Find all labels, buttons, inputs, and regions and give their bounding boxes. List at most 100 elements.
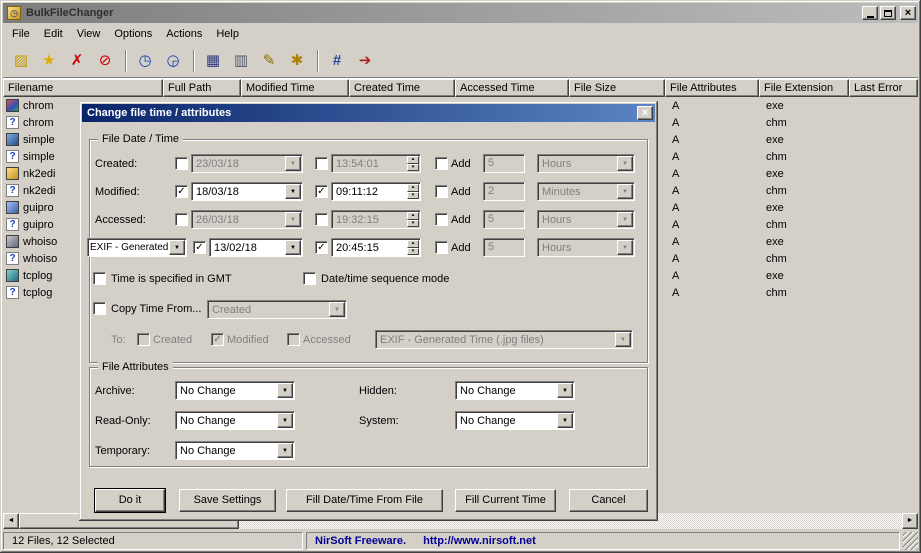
exif-time-checkbox[interactable]: ✓: [315, 241, 328, 254]
change-time-button[interactable]: ◷: [132, 48, 158, 74]
archive-select[interactable]: No Change ▼: [175, 381, 295, 400]
nirsoft-link[interactable]: http://www.nirsoft.net: [423, 535, 536, 547]
menu-view[interactable]: View: [70, 26, 108, 42]
created-add-qty-input[interactable]: 5: [483, 154, 525, 173]
menu-help[interactable]: Help: [209, 26, 246, 42]
modified-date-checkbox[interactable]: ✓: [175, 185, 188, 198]
to-modified-checkbox[interactable]: ✓: [211, 333, 224, 346]
to-accessed-checkbox[interactable]: [287, 333, 300, 346]
column-header-created-time[interactable]: Created Time: [349, 79, 455, 97]
temporary-select[interactable]: No Change ▼: [175, 441, 295, 460]
exit-button[interactable]: ➔: [352, 48, 378, 74]
copy-button[interactable]: ▥: [228, 48, 254, 74]
accessed-add-qty-input[interactable]: 5: [483, 210, 525, 229]
advanced-options-button[interactable]: #: [324, 48, 350, 74]
open-files-button[interactable]: ▨: [8, 48, 34, 74]
menu-edit[interactable]: Edit: [37, 26, 70, 42]
column-header-file-extension[interactable]: File Extension: [759, 79, 849, 97]
modified-add-unit-select[interactable]: Minutes ▼: [537, 182, 635, 201]
chevron-down-icon[interactable]: ▼: [277, 413, 293, 428]
close-button[interactable]: ×: [900, 6, 916, 20]
created-add-checkbox[interactable]: [435, 157, 448, 170]
spin-up-icon[interactable]: ▴: [407, 156, 419, 164]
modified-add-checkbox[interactable]: [435, 185, 448, 198]
chevron-down-icon[interactable]: ▼: [557, 383, 573, 398]
accessed-add-checkbox[interactable]: [435, 213, 448, 226]
exif-add-unit-select[interactable]: Hours ▼: [537, 238, 635, 257]
column-header-file-attributes[interactable]: File Attributes: [665, 79, 759, 97]
chevron-down-icon[interactable]: ▼: [277, 443, 293, 458]
report-button[interactable]: ✎: [256, 48, 282, 74]
chevron-down-icon[interactable]: ▼: [557, 413, 573, 428]
copy-time-button[interactable]: ◶: [160, 48, 186, 74]
chevron-down-icon[interactable]: ▼: [169, 240, 185, 255]
chevron-down-icon[interactable]: ▼: [285, 156, 301, 171]
spin-up-icon[interactable]: ▴: [407, 212, 419, 220]
accessed-add-unit-select[interactable]: Hours ▼: [537, 210, 635, 229]
chevron-down-icon[interactable]: ▼: [615, 332, 631, 347]
column-header-accessed-time[interactable]: Accessed Time: [455, 79, 569, 97]
column-header-full-path[interactable]: Full Path: [163, 79, 241, 97]
scroll-right-button[interactable]: ►: [902, 513, 918, 529]
spin-down-icon[interactable]: ▾: [407, 163, 419, 171]
chevron-down-icon[interactable]: ▼: [285, 212, 301, 227]
fill-from-file-button[interactable]: Fill Date/Time From File: [286, 489, 443, 512]
menu-file[interactable]: File: [5, 26, 37, 42]
column-header-file-size[interactable]: File Size: [569, 79, 665, 97]
created-date-select[interactable]: 23/03/18 ▼: [191, 154, 303, 173]
accessed-time-checkbox[interactable]: [315, 213, 328, 226]
modified-date-select[interactable]: 18/03/18 ▼: [191, 182, 303, 201]
menu-actions[interactable]: Actions: [159, 26, 209, 42]
chevron-down-icon[interactable]: ▼: [617, 212, 633, 227]
sequence-mode-checkbox[interactable]: [303, 272, 316, 285]
resize-grip[interactable]: [903, 532, 918, 550]
copy-time-from-checkbox[interactable]: [93, 302, 106, 315]
exif-field-select[interactable]: EXIF - Generated ▼: [87, 238, 187, 257]
column-header-filename[interactable]: Filename: [3, 79, 163, 97]
chevron-down-icon[interactable]: ▼: [285, 184, 301, 199]
column-header-last-error[interactable]: Last Error: [849, 79, 918, 97]
accessed-date-checkbox[interactable]: [175, 213, 188, 226]
created-add-unit-select[interactable]: Hours ▼: [537, 154, 635, 173]
fill-current-time-button[interactable]: Fill Current Time: [455, 489, 556, 512]
hidden-select[interactable]: No Change ▼: [455, 381, 575, 400]
chevron-down-icon[interactable]: ▼: [617, 156, 633, 171]
exif-date-checkbox[interactable]: ✓: [193, 241, 206, 254]
stop-button[interactable]: ⊘: [92, 48, 118, 74]
modified-time-checkbox[interactable]: ✓: [315, 185, 328, 198]
gmt-checkbox[interactable]: [93, 272, 106, 285]
spin-up-icon[interactable]: ▴: [407, 184, 419, 192]
created-time-input[interactable]: 13:54:01 ▴ ▾: [331, 154, 421, 173]
to-target-select[interactable]: EXIF - Generated Time (.jpg files) ▼: [375, 330, 633, 349]
properties-button[interactable]: ✱: [284, 48, 310, 74]
spin-down-icon[interactable]: ▾: [407, 219, 419, 227]
chevron-down-icon[interactable]: ▼: [617, 184, 633, 199]
cancel-button[interactable]: Cancel: [569, 489, 648, 512]
chevron-down-icon[interactable]: ▼: [277, 383, 293, 398]
chevron-down-icon[interactable]: ▼: [285, 240, 301, 255]
menu-options[interactable]: Options: [107, 26, 159, 42]
spin-up-icon[interactable]: ▴: [407, 240, 419, 248]
exif-date-select[interactable]: 13/02/18 ▼: [209, 238, 303, 257]
dialog-close-button[interactable]: ×: [637, 106, 653, 120]
column-header-modified-time[interactable]: Modified Time: [241, 79, 349, 97]
system-select[interactable]: No Change ▼: [455, 411, 575, 430]
spin-down-icon[interactable]: ▾: [407, 247, 419, 255]
spin-down-icon[interactable]: ▾: [407, 191, 419, 199]
chevron-down-icon[interactable]: ▼: [617, 240, 633, 255]
do-it-button[interactable]: Do it: [95, 489, 165, 512]
chevron-down-icon[interactable]: ▼: [329, 302, 345, 317]
readonly-select[interactable]: No Change ▼: [175, 411, 295, 430]
exif-add-checkbox[interactable]: [435, 241, 448, 254]
maximize-button[interactable]: [880, 6, 896, 20]
minimize-button[interactable]: [862, 6, 878, 20]
remove-files-button[interactable]: ✗: [64, 48, 90, 74]
accessed-time-input[interactable]: 19:32:15 ▴ ▾: [331, 210, 421, 229]
created-time-checkbox[interactable]: [315, 157, 328, 170]
to-created-checkbox[interactable]: [137, 333, 150, 346]
copy-source-select[interactable]: Created ▼: [207, 300, 347, 319]
save-settings-button[interactable]: Save Settings: [179, 489, 276, 512]
created-date-checkbox[interactable]: [175, 157, 188, 170]
modified-time-input[interactable]: 09:11:12 ▴ ▾: [331, 182, 421, 201]
exif-add-qty-input[interactable]: 5: [483, 238, 525, 257]
